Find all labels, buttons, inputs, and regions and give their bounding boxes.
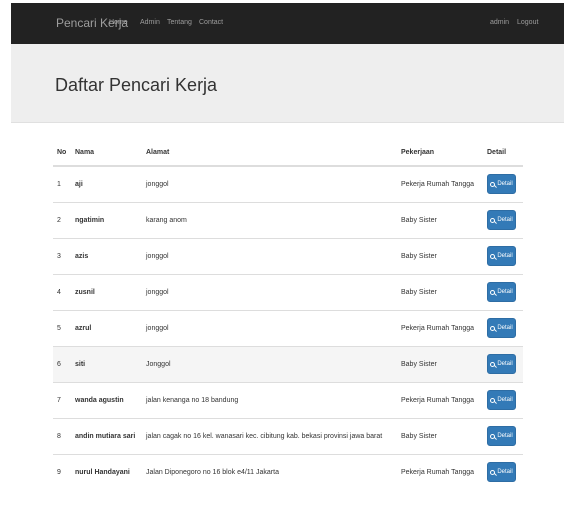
cell-no: 3 [53,237,71,274]
cell-nama: andin mutiara sari [71,417,142,454]
cell-no: 1 [53,165,71,202]
page-title: Daftar Pencari Kerja [55,75,218,95]
cell-nama: zusnil [71,273,142,310]
nav-link-contact[interactable]: Contact [199,19,223,26]
cell-no: 6 [53,345,71,382]
cell-no: 5 [53,309,71,346]
cell-detail: Detail [483,273,523,310]
detail-button[interactable]: Detail [487,318,516,338]
cell-detail: Detail [483,417,523,454]
search-icon [490,289,496,295]
th-pekerjaan: Pekerjaan [397,140,483,167]
cell-alamat: jonggol [142,273,397,310]
cell-nama: wanda agustin [71,381,142,418]
cell-pekerjaan: Baby Sister [397,273,483,310]
cell-pekerjaan: Baby Sister [397,201,483,238]
detail-button[interactable]: Detail [487,210,516,230]
detail-button[interactable]: Detail [487,246,516,266]
search-icon [490,253,496,259]
detail-button[interactable]: Detail [487,282,516,302]
table-row: 3 azis jonggol Baby Sister Detail [53,237,523,274]
cell-alamat: jalan kenanga no 18 bandung [142,381,397,418]
cell-pekerjaan: Pekerja Rumah Tangga [397,309,483,346]
table-row: 6 siti Jonggol Baby Sister Detail [53,345,523,382]
cell-alamat: jonggol [142,237,397,274]
cell-detail: Detail [483,309,523,346]
detail-button[interactable]: Detail [487,354,516,374]
detail-button-label: Detail [497,181,513,188]
cell-alamat: Jalan Diponegoro no 16 blok e4/11 Jakart… [142,453,397,490]
th-detail: Detail [483,140,523,167]
table-row: 5 azrul jonggol Pekerja Rumah Tangga Det… [53,309,523,346]
detail-button-label: Detail [497,361,513,367]
detail-button-label: Detail [497,433,513,439]
nav-link-admin[interactable]: Admin [140,19,160,26]
cell-no: 2 [53,201,71,238]
detail-button-label: Detail [497,325,513,331]
table-row: 2 ngatimin karang anom Baby Sister Detai… [53,201,523,238]
cell-no: 4 [53,273,71,310]
cell-alamat: jalan cagak no 16 kel. wanasari kec. cib… [142,417,397,454]
cell-pekerjaan: Pekerja Rumah Tangga [397,165,483,202]
table-header-row: No Nama Alamat Pekerjaan Detail [53,140,523,167]
search-icon [490,397,496,403]
nav-user-admin[interactable]: admin [490,19,509,26]
cell-pekerjaan: Baby Sister [397,417,483,454]
table-row: 7 wanda agustin jalan kenanga no 18 band… [53,381,523,418]
detail-button[interactable]: Detail [487,426,516,446]
nav-link-tentang[interactable]: Tentang [167,19,192,26]
detail-button[interactable]: Detail [487,462,516,483]
table-row: 1 aji jonggol Pekerja Rumah Tangga Detai… [53,165,523,202]
detail-button-label: Detail [497,253,513,259]
nav-logout[interactable]: Logout [517,19,538,26]
cell-nama: siti [71,345,142,382]
jumbotron: Daftar Pencari Kerja [11,44,564,123]
cell-pekerjaan: Baby Sister [397,237,483,274]
cell-no: 7 [53,381,71,418]
cell-pekerjaan: Pekerja Rumah Tangga [397,381,483,418]
cell-nama: nurul Handayani [71,453,142,490]
detail-button[interactable]: Detail [487,174,516,195]
cell-pekerjaan: Baby Sister [397,345,483,382]
cell-detail: Detail [483,165,523,202]
detail-button-label: Detail [497,217,513,223]
th-alamat: Alamat [142,140,397,167]
detail-button-label: Detail [497,289,513,295]
cell-no: 8 [53,417,71,454]
th-nama: Nama [71,140,142,167]
cell-nama: aji [71,165,142,202]
job-seeker-table-container: No Nama Alamat Pekerjaan Detail 1 aji jo… [53,140,523,490]
detail-button-label: Detail [497,397,513,403]
table-row: 4 zusnil jonggol Baby Sister Detail [53,273,523,310]
cell-alamat: karang anom [142,201,397,238]
nav-link-home[interactable]: Home [109,19,128,26]
cell-detail: Detail [483,237,523,274]
cell-detail: Detail [483,453,523,490]
cell-no: 9 [53,453,71,490]
search-icon [490,325,496,331]
navbar: Pencari Kerja Home Admin Tentang Contact… [11,3,564,44]
search-icon [490,433,496,439]
detail-button[interactable]: Detail [487,390,516,410]
table-row: 8 andin mutiara sari jalan cagak no 16 k… [53,417,523,454]
table-row: 9 nurul Handayani Jalan Diponegoro no 16… [53,453,523,490]
search-icon [490,181,496,187]
cell-alamat: jonggol [142,309,397,346]
cell-alamat: Jonggol [142,345,397,382]
cell-alamat: jonggol [142,165,397,202]
search-icon [490,361,496,367]
cell-nama: ngatimin [71,201,142,238]
cell-detail: Detail [483,201,523,238]
search-icon [490,469,496,475]
cell-detail: Detail [483,381,523,418]
detail-button-label: Detail [497,469,513,476]
cell-pekerjaan: Pekerja Rumah Tangga [397,453,483,490]
cell-nama: azrul [71,309,142,346]
search-icon [490,217,496,223]
cell-detail: Detail [483,345,523,382]
job-seeker-table: No Nama Alamat Pekerjaan Detail 1 aji jo… [53,140,523,490]
th-no: No [53,140,71,167]
cell-nama: azis [71,237,142,274]
